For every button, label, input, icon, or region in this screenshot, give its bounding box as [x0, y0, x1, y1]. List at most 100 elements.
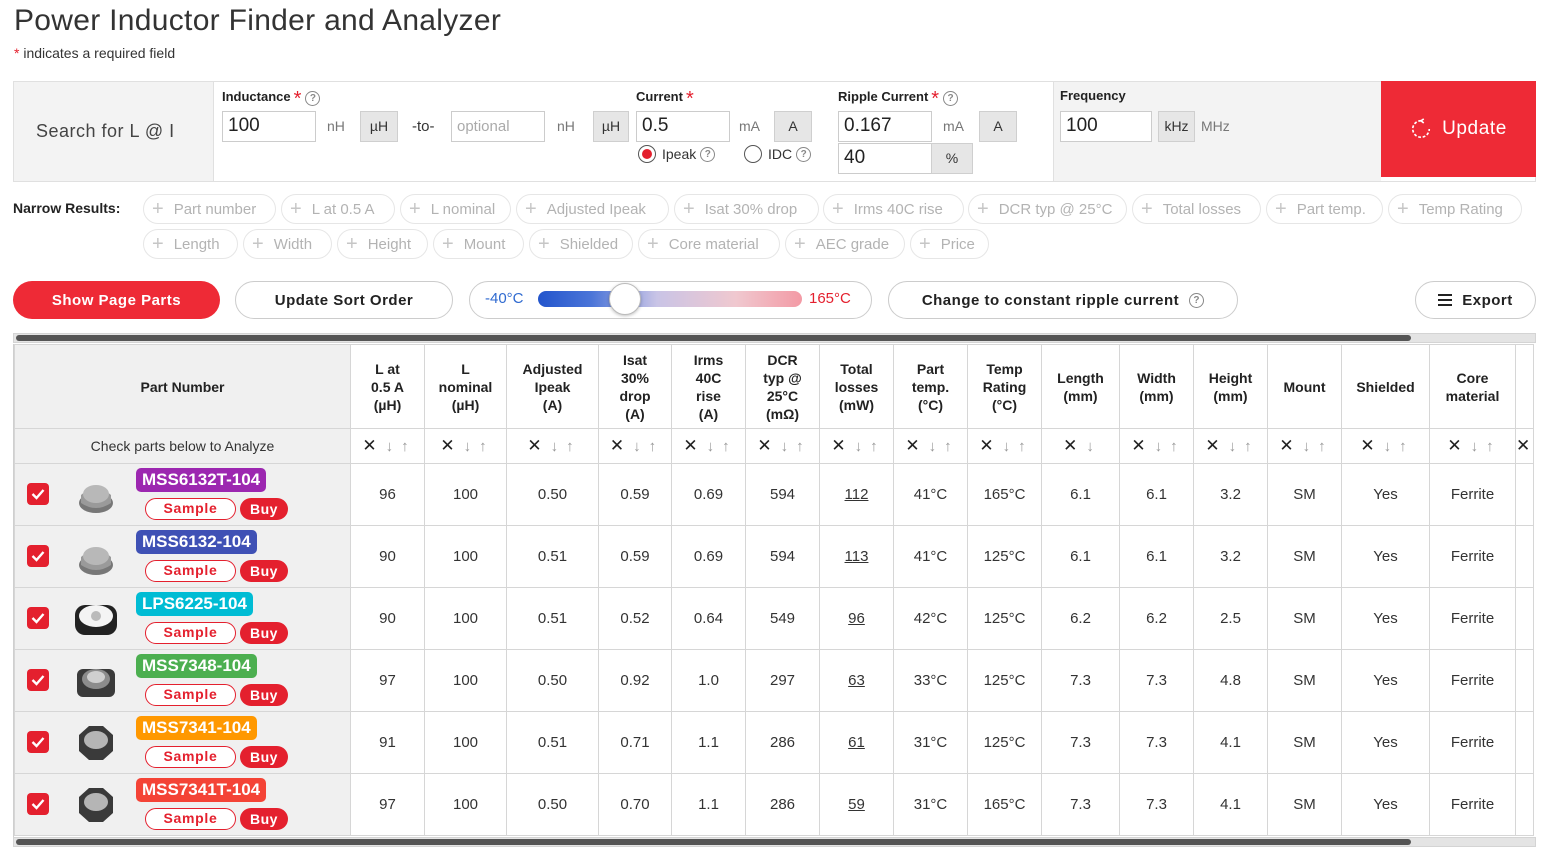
sort-ascending-icon[interactable]: ↑ [566, 438, 574, 455]
inductance-input[interactable]: 100 [222, 111, 316, 142]
column-header[interactable]: Mount [1267, 344, 1342, 429]
filter-chip[interactable]: + Shielded [529, 229, 633, 259]
help-icon[interactable]: ? [305, 91, 321, 106]
remove-column-icon[interactable]: ✕ [362, 436, 376, 455]
filter-chip[interactable]: + Adjusted Ipeak [516, 194, 669, 224]
analyze-checkbox[interactable] [27, 607, 49, 629]
part-image[interactable] [71, 659, 121, 703]
remove-column-icon[interactable]: ✕ [831, 436, 845, 455]
unit-mhz[interactable]: MHz [1201, 118, 1230, 134]
remove-column-icon[interactable]: ✕ [1063, 436, 1077, 455]
unit-ripple-ma[interactable]: mA [943, 118, 964, 134]
remove-column-icon[interactable]: ✕ [1447, 436, 1461, 455]
column-header[interactable]: Adjusted Ipeak (A) [506, 344, 599, 429]
column-header[interactable]: Part temp. (°C) [893, 344, 968, 429]
sort-ascending-icon[interactable]: ↑ [1018, 438, 1026, 455]
buy-button[interactable]: Buy [240, 498, 288, 520]
unit-nh[interactable]: nH [327, 118, 345, 134]
sort-descending-icon[interactable]: ↓ [1384, 438, 1392, 455]
sort-ascending-icon[interactable]: ↑ [870, 438, 878, 455]
sample-button[interactable]: Sample [145, 746, 236, 768]
column-header[interactable]: Irms 40C rise (A) [671, 344, 746, 429]
total-losses-link[interactable]: 96 [819, 587, 894, 650]
buy-button[interactable]: Buy [240, 622, 288, 644]
buy-button[interactable]: Buy [240, 808, 288, 830]
sort-ascending-icon[interactable]: ↑ [1399, 438, 1407, 455]
column-header[interactable]: Temp Rating (°C) [967, 344, 1042, 429]
remove-column-icon[interactable]: ✕ [1205, 436, 1219, 455]
scrollbar-thumb[interactable] [16, 335, 1411, 341]
column-header[interactable]: Total losses (mW) [819, 344, 894, 429]
sample-button[interactable]: Sample [145, 560, 236, 582]
sort-ascending-icon[interactable]: ↑ [479, 438, 487, 455]
unit-ma[interactable]: mA [739, 118, 760, 134]
filter-chip[interactable]: + Part number [143, 194, 276, 224]
remove-column-icon[interactable]: ✕ [527, 436, 541, 455]
column-header[interactable]: Length (mm) [1041, 344, 1120, 429]
sort-ascending-icon[interactable]: ↑ [796, 438, 804, 455]
help-icon[interactable]: ? [943, 91, 959, 106]
total-losses-link[interactable]: 59 [819, 773, 894, 836]
sort-ascending-icon[interactable]: ↑ [944, 438, 952, 455]
filter-chip[interactable]: + DCR typ @ 25°C [968, 194, 1127, 224]
total-losses-link[interactable]: 63 [819, 649, 894, 712]
sort-descending-icon[interactable]: ↓ [929, 438, 937, 455]
part-image[interactable] [71, 721, 121, 765]
filter-chip[interactable]: + Irms 40C rise [823, 194, 964, 224]
filter-chip[interactable]: + Height [337, 229, 428, 259]
part-number-link[interactable]: MSS6132-104 [136, 530, 257, 554]
ripple-percent-input[interactable]: 40 [838, 143, 932, 174]
analyze-checkbox[interactable] [27, 731, 49, 753]
sort-ascending-icon[interactable]: ↑ [649, 438, 657, 455]
current-input[interactable]: 0.5 [636, 111, 730, 142]
constant-ripple-toggle[interactable]: Change to constant ripple current? [888, 281, 1238, 319]
sort-descending-icon[interactable]: ↓ [551, 438, 559, 455]
remove-column-icon[interactable]: ✕ [683, 436, 697, 455]
part-image[interactable] [71, 597, 121, 641]
sort-descending-icon[interactable]: ↓ [386, 438, 394, 455]
column-header[interactable]: Lnominal (µH) [424, 344, 507, 429]
filter-chip[interactable]: + L nominal [400, 194, 511, 224]
sort-ascending-icon[interactable]: ↑ [1318, 438, 1326, 455]
part-number-link[interactable]: MSS7348-104 [136, 654, 257, 678]
remove-column-icon[interactable]: ✕ [1279, 436, 1293, 455]
filter-chip[interactable]: + Core material [638, 229, 780, 259]
part-image[interactable] [71, 783, 121, 827]
sort-descending-icon[interactable]: ↓ [781, 438, 789, 455]
analyze-checkbox[interactable] [27, 545, 49, 567]
buy-button[interactable]: Buy [240, 684, 288, 706]
help-icon[interactable]: ? [700, 146, 716, 162]
filter-chip[interactable]: + Temp Rating [1388, 194, 1522, 224]
sort-descending-icon[interactable]: ↓ [1471, 438, 1479, 455]
total-losses-link[interactable]: 61 [819, 711, 894, 774]
column-header[interactable]: Isat 30% drop (A) [598, 344, 672, 429]
analyze-checkbox[interactable] [27, 483, 49, 505]
filter-chip[interactable]: + Mount [433, 229, 524, 259]
sort-descending-icon[interactable]: ↓ [1303, 438, 1311, 455]
export-button[interactable]: Export [1415, 281, 1536, 319]
idc-radio[interactable]: IDC? [744, 145, 812, 163]
column-header[interactable]: Width (mm) [1119, 344, 1194, 429]
column-header[interactable]: Core material [1429, 344, 1516, 429]
sample-button[interactable]: Sample [145, 498, 236, 520]
horizontal-scrollbar-top[interactable] [13, 333, 1536, 343]
column-header[interactable]: L at 0.5 A (µH) [350, 344, 425, 429]
part-image[interactable] [71, 535, 121, 579]
total-losses-link[interactable]: 113 [819, 525, 894, 588]
sample-button[interactable]: Sample [145, 622, 236, 644]
unit-khz-button[interactable]: kHz [1158, 111, 1195, 142]
sample-button[interactable]: Sample [145, 684, 236, 706]
remove-column-icon[interactable]: ✕ [905, 436, 919, 455]
sort-ascending-icon[interactable]: ↑ [722, 438, 730, 455]
help-icon[interactable]: ? [1189, 292, 1205, 308]
buy-button[interactable]: Buy [240, 746, 288, 768]
sort-descending-icon[interactable]: ↓ [633, 438, 641, 455]
update-button[interactable]: Update [1381, 81, 1536, 177]
sort-descending-icon[interactable]: ↓ [1155, 438, 1163, 455]
part-number-link[interactable]: LPS6225-104 [136, 592, 253, 616]
sort-ascending-icon[interactable]: ↑ [1486, 438, 1494, 455]
buy-button[interactable]: Buy [240, 560, 288, 582]
part-number-header[interactable]: Part Number [14, 344, 351, 429]
show-page-parts-button[interactable]: Show Page Parts [13, 281, 220, 319]
ipeak-radio[interactable]: Ipeak? [638, 145, 716, 163]
